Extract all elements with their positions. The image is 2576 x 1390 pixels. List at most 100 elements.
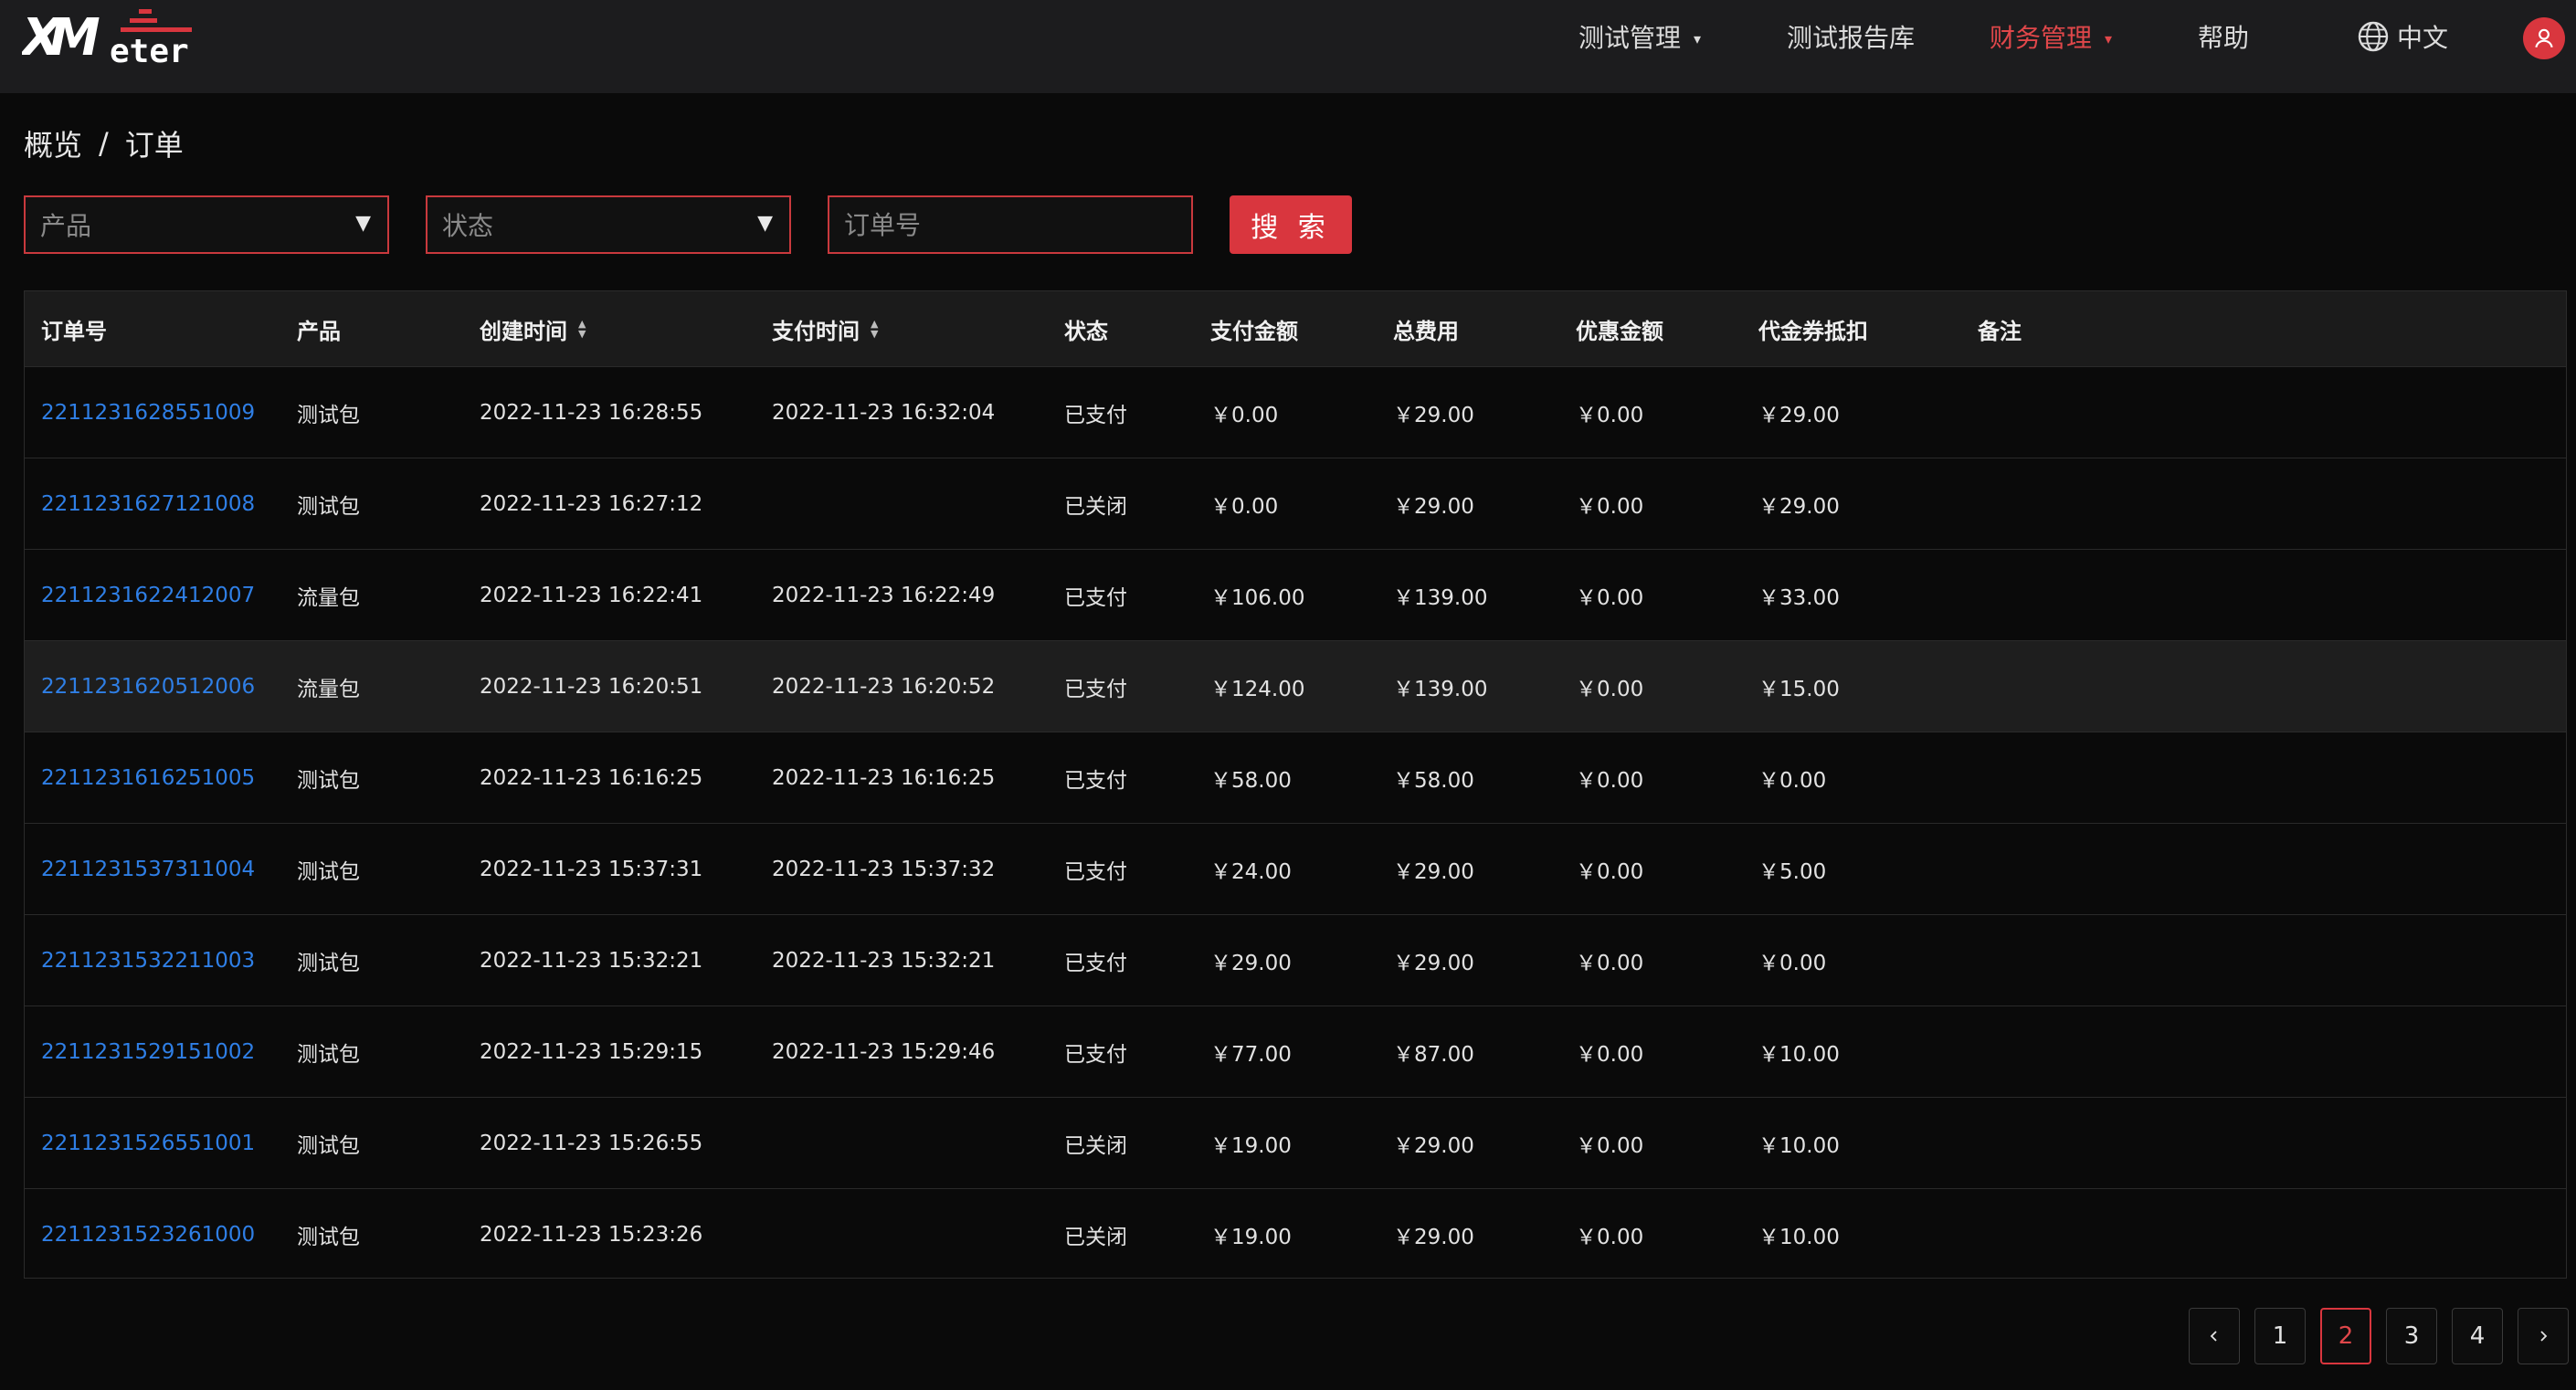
voucher-cell: ￥29.00 bbox=[1758, 495, 1840, 519]
prev-page-button[interactable] bbox=[2189, 1308, 2240, 1364]
order-number-link[interactable]: 2211231532211003 bbox=[41, 915, 255, 1006]
column-header: 产品 bbox=[297, 318, 341, 344]
dropdown-arrow-icon: ▼ bbox=[757, 212, 773, 235]
nav-finance-management[interactable]: 财务管理 ▾ bbox=[1990, 0, 2112, 73]
voucher-cell: ￥0.00 bbox=[1758, 952, 1827, 975]
order-number-link[interactable]: 2211231616251005 bbox=[41, 732, 255, 824]
product-cell: 测试包 bbox=[297, 1226, 360, 1249]
product-cell: 测试包 bbox=[297, 1043, 360, 1067]
nav-help[interactable]: 帮助 bbox=[2198, 0, 2249, 73]
paid-time-cell: 2022-11-23 16:16:25 bbox=[772, 766, 996, 790]
paid-time-cell: 2022-11-23 16:32:04 bbox=[772, 401, 996, 425]
chevron-left-icon bbox=[2210, 1331, 2217, 1342]
table-row: 2211231616251005 测试包 2022-11-23 16:16:25 20… bbox=[25, 732, 2566, 823]
search-button[interactable]: 搜 索 bbox=[1230, 195, 1352, 254]
paid-time-cell: 2022-11-23 15:32:21 bbox=[772, 949, 996, 973]
caret-down-icon: ▾ bbox=[1694, 29, 1702, 47]
discount-cell: ￥0.00 bbox=[1576, 952, 1644, 975]
product-select[interactable]: 产品 ▼ bbox=[24, 195, 389, 254]
discount-cell: ￥0.00 bbox=[1576, 769, 1644, 793]
column-header-label: 创建时间 bbox=[480, 318, 567, 344]
breadcrumb: 概览 / 订单 bbox=[24, 122, 184, 164]
column-header-sortable[interactable]: 创建时间 ▲ ▼ bbox=[480, 291, 586, 366]
user-avatar[interactable] bbox=[2523, 17, 2565, 59]
column-header: 状态 bbox=[1064, 318, 1108, 344]
product-cell: 测试包 bbox=[297, 769, 360, 793]
status-select[interactable]: 状态 ▼ bbox=[426, 195, 791, 254]
total-fee-cell: ￥29.00 bbox=[1393, 1226, 1474, 1249]
next-page-button[interactable] bbox=[2518, 1308, 2569, 1364]
discount-cell: ￥0.00 bbox=[1576, 1043, 1644, 1067]
order-number-input[interactable] bbox=[828, 195, 1193, 254]
product-cell: 测试包 bbox=[297, 1134, 360, 1158]
table-row: 2211231537311004 测试包 2022-11-23 15:37:31 20… bbox=[25, 823, 2566, 914]
svg-text:eter: eter bbox=[110, 33, 189, 66]
discount-cell: ￥0.00 bbox=[1576, 1226, 1644, 1249]
product-cell: 流量包 bbox=[297, 678, 360, 701]
breadcrumb-overview[interactable]: 概览 bbox=[24, 122, 82, 164]
nav-test-reports-label: 测试报告库 bbox=[1787, 23, 1916, 53]
total-fee-cell: ￥29.00 bbox=[1393, 495, 1474, 519]
page-3-button[interactable]: 3 bbox=[2386, 1308, 2437, 1364]
page-4-button[interactable]: 4 bbox=[2452, 1308, 2503, 1364]
table-row: 2211231529151002 测试包 2022-11-23 15:29:15 20… bbox=[25, 1006, 2566, 1097]
column-header-sortable[interactable]: 支付时间 ▲ ▼ bbox=[772, 291, 878, 366]
xmeter-logo[interactable]: X M eter bbox=[22, 5, 195, 66]
order-number-link[interactable]: 2211231523261000 bbox=[41, 1189, 255, 1280]
svg-text:M: M bbox=[49, 8, 100, 66]
paid-amount-cell: ￥29.00 bbox=[1210, 952, 1292, 975]
paid-amount-cell: ￥19.00 bbox=[1210, 1134, 1292, 1158]
order-number-link[interactable]: 2211231526551001 bbox=[41, 1098, 255, 1189]
sort-icon[interactable]: ▲ ▼ bbox=[578, 319, 586, 339]
nav-help-label: 帮助 bbox=[2198, 23, 2250, 53]
status-cell: 已关闭 bbox=[1064, 1134, 1127, 1158]
paid-time-cell: 2022-11-23 15:29:46 bbox=[772, 1040, 996, 1064]
nav-test-management[interactable]: 测试管理 ▾ bbox=[1578, 0, 1701, 73]
status-cell: 已关闭 bbox=[1064, 495, 1127, 519]
page-2-button[interactable]: 2 bbox=[2320, 1308, 2371, 1364]
order-number-link[interactable]: 2211231620512006 bbox=[41, 641, 255, 732]
column-header: 备注 bbox=[1978, 318, 2022, 344]
order-number-link[interactable]: 2211231627121008 bbox=[41, 458, 255, 550]
product-cell: 测试包 bbox=[297, 495, 360, 519]
paid-amount-cell: ￥0.00 bbox=[1210, 404, 1279, 427]
nav-test-reports[interactable]: 测试报告库 bbox=[1787, 0, 1915, 73]
order-number-link[interactable]: 2211231537311004 bbox=[41, 824, 255, 915]
discount-cell: ￥0.00 bbox=[1576, 678, 1644, 701]
column-header: 订单号 bbox=[41, 318, 107, 344]
user-icon bbox=[2535, 28, 2553, 48]
page-1-button[interactable]: 1 bbox=[2254, 1308, 2306, 1364]
product-select-placeholder: 产品 bbox=[40, 211, 92, 241]
column-header: 支付金额 bbox=[1210, 318, 1298, 344]
column-header: 优惠金额 bbox=[1576, 318, 1663, 344]
voucher-cell: ￥15.00 bbox=[1758, 678, 1840, 701]
total-fee-cell: ￥29.00 bbox=[1393, 952, 1474, 975]
paid-amount-cell: ￥77.00 bbox=[1210, 1043, 1292, 1067]
order-number-link[interactable]: 2211231529151002 bbox=[41, 1006, 255, 1098]
voucher-cell: ￥10.00 bbox=[1758, 1134, 1840, 1158]
breadcrumb-current: 订单 bbox=[124, 128, 184, 163]
table-header: 订单号 产品 创建时间 ▲ ▼ 支付时间 ▲ ▼ 状态 支付金额 总费用 优惠金额 … bbox=[25, 291, 2566, 366]
order-number-link[interactable]: 2211231622412007 bbox=[41, 550, 255, 641]
table-row: 2211231523261000 测试包 2022-11-23 15:23:26 已关… bbox=[25, 1188, 2566, 1279]
created-time-cell: 2022-11-23 15:23:26 bbox=[480, 1223, 703, 1247]
table-row: 2211231627121008 测试包 2022-11-23 16:27:12 已关… bbox=[25, 458, 2566, 549]
paid-amount-cell: ￥19.00 bbox=[1210, 1226, 1292, 1249]
created-time-cell: 2022-11-23 15:26:55 bbox=[480, 1132, 703, 1155]
paid-amount-cell: ￥0.00 bbox=[1210, 495, 1279, 519]
product-cell: 测试包 bbox=[297, 952, 360, 975]
voucher-cell: ￥5.00 bbox=[1758, 860, 1827, 884]
language-switcher[interactable]: 中文 bbox=[2357, 0, 2448, 73]
order-number-link[interactable]: 2211231628551009 bbox=[41, 367, 255, 458]
status-cell: 已支付 bbox=[1064, 404, 1127, 427]
product-cell: 流量包 bbox=[297, 586, 360, 610]
table-row: 2211231622412007 流量包 2022-11-23 16:22:41 20… bbox=[25, 549, 2566, 640]
table-row: 2211231532211003 测试包 2022-11-23 15:32:21 20… bbox=[25, 914, 2566, 1006]
total-fee-cell: ￥29.00 bbox=[1393, 1134, 1474, 1158]
total-fee-cell: ￥29.00 bbox=[1393, 860, 1474, 884]
top-nav-bar: X M eter 测试管理 ▾ 测试报告库 财务管理 ▾ 帮助 中文 bbox=[0, 0, 2576, 93]
sort-icon[interactable]: ▲ ▼ bbox=[871, 319, 878, 339]
total-fee-cell: ￥29.00 bbox=[1393, 404, 1474, 427]
discount-cell: ￥0.00 bbox=[1576, 495, 1644, 519]
status-cell: 已支付 bbox=[1064, 769, 1127, 793]
